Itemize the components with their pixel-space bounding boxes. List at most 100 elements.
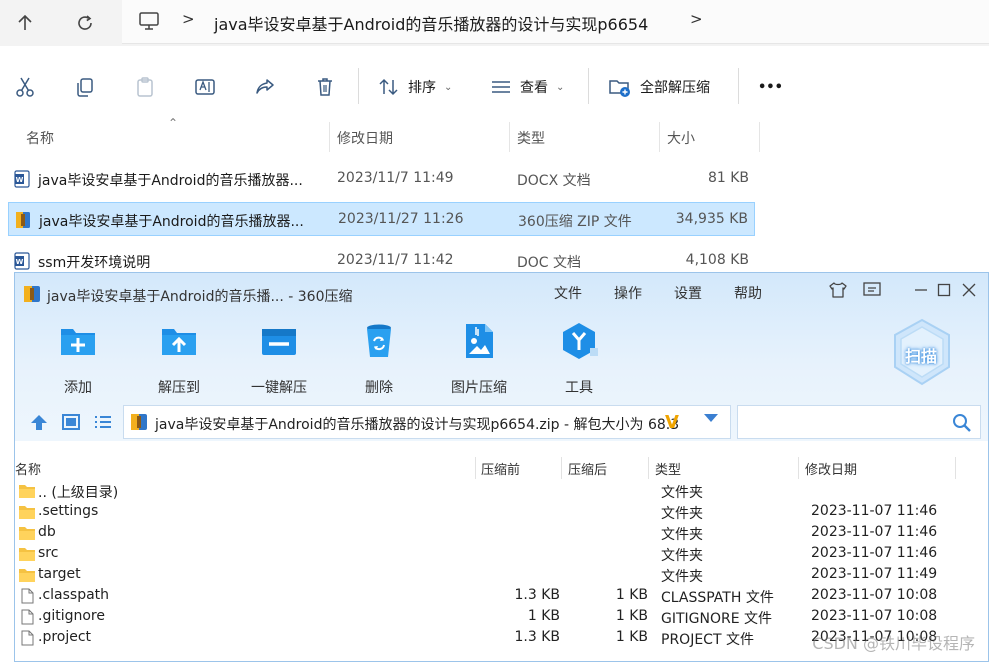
breadcrumb-folder[interactable]: java毕设安卓基于Android的音乐播放器的设计与实现p6654 <box>214 11 648 35</box>
close-icon[interactable] <box>958 279 980 301</box>
tool-label: 图片压缩 <box>451 380 507 396</box>
entry-type: 文件夹 <box>661 569 703 585</box>
one-click-extract-icon <box>262 329 296 355</box>
minimize-icon[interactable] <box>910 279 932 301</box>
zip-entry-row[interactable]: .. (上级目录) 文件夹 <box>15 481 988 502</box>
tool-add[interactable]: 添加 <box>30 321 126 397</box>
tool-label: 删除 <box>365 380 393 396</box>
zip-entry-row[interactable]: src 文件夹 2023-11-07 11:46 <box>15 544 988 565</box>
zip-entry-row[interactable]: db 文件夹 2023-11-07 11:46 <box>15 523 988 544</box>
tool-label: 解压到 <box>158 380 200 396</box>
svg-text:W: W <box>16 176 24 184</box>
skin-icon[interactable] <box>827 279 849 301</box>
column-divider <box>955 457 956 479</box>
entry-name: .project <box>38 629 92 645</box>
copy-icon[interactable] <box>74 76 96 98</box>
dropdown-arrow-icon[interactable] <box>704 414 718 422</box>
explorer-command-bar: 排序 ⌄ 查看 ⌄ 全部解压缩 ••• <box>0 58 989 114</box>
more-options-button[interactable]: ••• <box>758 76 783 98</box>
sort-label: 排序 <box>408 80 436 96</box>
column-divider <box>798 457 799 479</box>
this-pc-icon[interactable] <box>138 12 160 30</box>
entry-name: src <box>38 545 59 561</box>
maximize-icon[interactable] <box>933 279 955 301</box>
breadcrumb-separator[interactable]: > <box>182 10 195 28</box>
entry-compressed: 1.3 KB <box>514 629 561 645</box>
feedback-icon[interactable] <box>861 279 883 301</box>
file-modified: 2023/11/7 11:42 <box>337 252 454 268</box>
archive-search-input[interactable] <box>737 405 981 439</box>
menu-help[interactable]: 帮助 <box>734 283 762 303</box>
extract-all-button[interactable]: 全部解压缩 <box>608 76 710 98</box>
address-bar[interactable]: > java毕设安卓基于Android的音乐播放器的设计与实现p6654 > <box>122 0 989 44</box>
tools-icon <box>563 323 598 359</box>
toolbar-divider <box>738 68 739 104</box>
chevron-down-icon: ⌄ <box>556 81 565 93</box>
refresh-icon[interactable] <box>70 8 100 38</box>
entry-compressed: 1.3 KB <box>514 587 561 603</box>
zip-column-after[interactable]: 压缩后 <box>568 459 607 478</box>
zip-entry-row[interactable]: .settings 文件夹 2023-11-07 11:46 <box>15 502 988 523</box>
entry-modified: 2023-11-07 11:49 <box>811 566 938 582</box>
entry-modified: 2023-11-07 10:08 <box>811 608 938 624</box>
column-divider <box>329 122 330 152</box>
zip-column-name[interactable]: 名称 <box>15 459 41 478</box>
zip-column-type[interactable]: 类型 <box>655 459 681 478</box>
delete-icon <box>367 324 391 357</box>
file-row[interactable]: W java毕设安卓基于Android的音乐播放器... 2023/11/7 1… <box>8 162 755 196</box>
delete-icon[interactable] <box>314 76 336 98</box>
list-view-icon[interactable] <box>93 413 113 431</box>
tool-one-click-extract[interactable]: 一键解压 <box>231 321 327 397</box>
zip-window-header: java毕设安卓基于Android的音乐播... - 360压缩 文件 操作 设… <box>15 273 988 441</box>
share-icon[interactable] <box>254 76 276 98</box>
folder-icon <box>19 485 35 498</box>
column-divider <box>509 122 510 152</box>
view-icon <box>492 81 510 93</box>
entry-compressed: 1 KB <box>527 608 560 624</box>
zip-entry-row[interactable]: .classpath 1.3 KB 1 KB CLASSPATH 文件 2023… <box>15 586 988 607</box>
sort-button[interactable]: 排序 ⌄ <box>378 76 452 98</box>
file-type: DOC 文档 <box>517 255 582 271</box>
cut-icon[interactable] <box>14 76 36 98</box>
zip-column-compressed[interactable]: 压缩前 <box>481 459 520 478</box>
tool-label: 添加 <box>64 380 92 396</box>
column-modified[interactable]: 修改日期 <box>337 128 393 148</box>
folder-icon <box>19 527 35 540</box>
up-level-icon[interactable] <box>29 413 49 431</box>
file-size: 81 KB <box>707 170 749 186</box>
menu-file[interactable]: 文件 <box>554 283 582 303</box>
entry-modified: 2023-11-07 11:46 <box>811 524 938 540</box>
column-size[interactable]: 大小 <box>667 128 695 148</box>
column-type[interactable]: 类型 <box>517 128 545 148</box>
file-name: java毕设安卓基于Android的音乐播放器... <box>38 173 303 189</box>
entry-type: GITIGNORE 文件 <box>661 611 773 627</box>
menu-settings[interactable]: 设置 <box>674 283 702 303</box>
file-row-selected[interactable]: java毕设安卓基于Android的音乐播放器... 2023/11/27 11… <box>8 202 755 236</box>
zip-column-modified[interactable]: 修改日期 <box>805 459 857 478</box>
entry-name: .settings <box>38 503 99 519</box>
column-name[interactable]: 名称 <box>26 128 54 148</box>
zip-entry-row[interactable]: .gitignore 1 KB 1 KB GITIGNORE 文件 2023-1… <box>15 607 988 628</box>
archive-path-field[interactable]: java毕设安卓基于Android的音乐播放器的设计与实现p6654.zip -… <box>123 405 731 439</box>
up-arrow-icon[interactable] <box>10 8 40 38</box>
rename-icon[interactable] <box>194 76 216 98</box>
file-icon <box>21 588 34 604</box>
word-doc-icon: W <box>14 252 30 270</box>
file-size: 4,108 KB <box>685 252 749 268</box>
tool-delete[interactable]: 删除 <box>331 321 427 397</box>
scan-button[interactable]: 扫描 <box>891 317 953 389</box>
tool-extract-to[interactable]: 解压到 <box>131 321 227 397</box>
paste-icon[interactable] <box>134 76 156 98</box>
file-type: 360压缩 ZIP 文件 <box>518 214 632 230</box>
entry-type: 文件夹 <box>661 485 703 501</box>
thumbnail-view-icon[interactable] <box>61 413 81 431</box>
zip-entry-row[interactable]: target 文件夹 2023-11-07 11:49 <box>15 565 988 586</box>
breadcrumb-separator[interactable]: > <box>690 10 703 28</box>
search-icon[interactable] <box>952 413 972 433</box>
tool-image-compress[interactable]: 图片压缩 <box>431 321 527 397</box>
tool-tools[interactable]: 工具 <box>531 321 627 397</box>
sort-ascending-icon: ⌃ <box>168 116 179 130</box>
menu-operation[interactable]: 操作 <box>614 283 642 303</box>
entry-after: 1 KB <box>615 587 648 603</box>
view-button[interactable]: 查看 ⌄ <box>490 76 564 98</box>
